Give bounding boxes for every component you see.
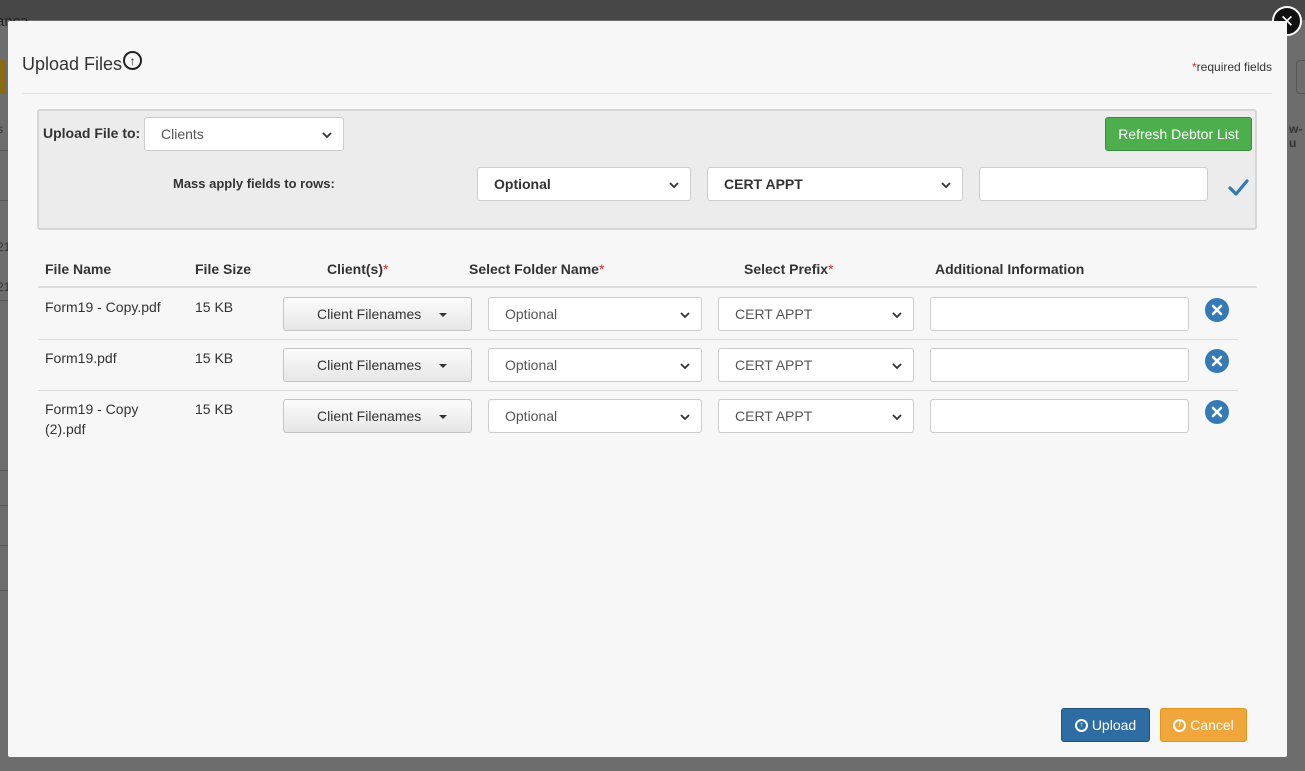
remove-row-icon[interactable] <box>1205 400 1229 424</box>
row-file-name: Form19 - Copy (2).pdf <box>45 401 139 437</box>
background-right-text: w-u <box>1289 122 1303 150</box>
mass-prefix-select[interactable]: CERT APPT <box>707 167 963 201</box>
background-left-text: s <box>0 122 3 136</box>
upload-to-label: Upload File to: <box>43 125 141 141</box>
row-divider <box>38 390 1238 391</box>
row-folder-select[interactable]: Optional <box>488 297 702 331</box>
mass-folder-value: Optional <box>494 176 551 192</box>
background-button <box>0 60 6 94</box>
caret-down-icon <box>439 364 447 368</box>
background-right-control <box>1296 60 1305 94</box>
row-prefix-select[interactable]: CERT APPT <box>718 348 914 382</box>
background-divider <box>0 505 8 506</box>
header-file-name: File Name <box>45 261 112 277</box>
background-divider <box>0 300 8 301</box>
row-additional-info-input[interactable] <box>930 348 1189 382</box>
row-file-size: 15 KB <box>195 350 234 366</box>
row-folder-value: Optional <box>505 357 558 373</box>
chevron-down-icon <box>892 312 902 319</box>
upload-button[interactable]: ↑ Upload <box>1061 708 1150 742</box>
header-prefix-text: Select Prefix <box>744 261 829 277</box>
required-fields-note: *required fields <box>1192 60 1272 74</box>
upload-options-panel: Upload File to: Clients Refresh Debtor L… <box>37 109 1257 230</box>
mass-prefix-value: CERT APPT <box>724 176 803 192</box>
header-clients: Client(s)* <box>327 261 388 277</box>
remove-row-icon[interactable] <box>1205 298 1229 322</box>
row-file-size: 15 KB <box>195 401 234 417</box>
upload-files-modal: Upload Files ↑ *required fields Upload F… <box>8 21 1287 757</box>
upload-circle-icon: ↑ <box>123 51 143 70</box>
client-filenames-label: Client Filenames <box>317 306 422 322</box>
required-star: * <box>383 261 389 277</box>
required-star: * <box>598 261 605 277</box>
required-fields-text: required fields <box>1196 60 1273 74</box>
mass-folder-select[interactable]: Optional <box>477 167 691 201</box>
client-filenames-dropdown[interactable]: Client Filenames <box>283 297 472 331</box>
mass-additional-info-input[interactable] <box>979 167 1208 201</box>
row-folder-select[interactable]: Optional <box>488 348 702 382</box>
header-clients-text: Client(s) <box>327 261 383 277</box>
caret-down-icon <box>439 313 447 317</box>
row-folder-value: Optional <box>505 306 558 322</box>
row-folder-value: Optional <box>505 408 558 424</box>
row-prefix-select[interactable]: CERT APPT <box>718 399 914 433</box>
header-prefix: Select Prefix* <box>744 261 834 277</box>
upload-to-select[interactable]: Clients <box>144 117 344 151</box>
row-file-name: Form19 - Copy.pdf <box>45 299 161 315</box>
row-file-name: Form19.pdf <box>45 350 117 366</box>
row-folder-select[interactable]: Optional <box>488 399 702 433</box>
header-additional-info: Additional Information <box>935 261 1085 277</box>
client-filenames-dropdown[interactable]: Client Filenames <box>283 399 472 433</box>
row-prefix-value: CERT APPT <box>735 306 813 322</box>
refresh-debtor-list-button[interactable]: Refresh Debtor List <box>1105 117 1252 151</box>
mass-apply-label: Mass apply fields to rows: <box>173 176 335 191</box>
row-prefix-value: CERT APPT <box>735 357 813 373</box>
chevron-down-icon <box>680 363 690 370</box>
header-folder-name: Select Folder Name* <box>469 261 604 277</box>
ban-icon: / <box>1173 718 1187 732</box>
close-icon <box>1211 355 1223 367</box>
chevron-down-icon <box>680 414 690 421</box>
client-filenames-dropdown[interactable]: Client Filenames <box>283 348 472 382</box>
header-file-size: File Size <box>195 261 252 277</box>
chevron-down-icon <box>892 414 902 421</box>
modal-title: Upload Files ↑ <box>22 51 143 75</box>
background-divider <box>0 150 8 151</box>
client-filenames-label: Client Filenames <box>317 357 422 373</box>
chevron-down-icon <box>680 312 690 319</box>
background-divider <box>0 470 8 471</box>
caret-down-icon <box>439 415 447 419</box>
chevron-down-icon <box>669 182 679 189</box>
header-divider <box>22 93 1272 94</box>
row-file-size: 15 KB <box>195 299 234 315</box>
row-prefix-value: CERT APPT <box>735 408 813 424</box>
header-folder-text: Select Folder Name <box>469 261 599 277</box>
background-topbar <box>0 0 1305 20</box>
client-filenames-label: Client Filenames <box>317 408 422 424</box>
background-divider <box>0 545 8 546</box>
background-divider <box>0 200 8 201</box>
background-divider <box>0 590 8 591</box>
upload-circle-icon: ↑ <box>1074 718 1088 732</box>
upload-button-label: Upload <box>1091 717 1137 733</box>
chevron-down-icon <box>941 182 951 189</box>
chevron-down-icon <box>322 132 332 139</box>
checkmark-icon[interactable] <box>1227 176 1249 198</box>
row-additional-info-input[interactable] <box>930 399 1189 433</box>
chevron-down-icon <box>892 363 902 370</box>
cancel-button-label: Cancel <box>1190 717 1234 733</box>
close-icon <box>1211 304 1223 316</box>
row-prefix-select[interactable]: CERT APPT <box>718 297 914 331</box>
remove-row-icon[interactable] <box>1205 349 1229 373</box>
row-additional-info-input[interactable] <box>930 297 1189 331</box>
row-divider <box>38 339 1238 340</box>
cancel-button[interactable]: / Cancel <box>1160 708 1247 742</box>
required-star: * <box>828 261 834 277</box>
modal-title-text: Upload Files <box>22 54 123 74</box>
upload-to-value: Clients <box>161 126 204 142</box>
table-header-divider <box>38 286 1257 288</box>
close-icon <box>1211 406 1223 418</box>
